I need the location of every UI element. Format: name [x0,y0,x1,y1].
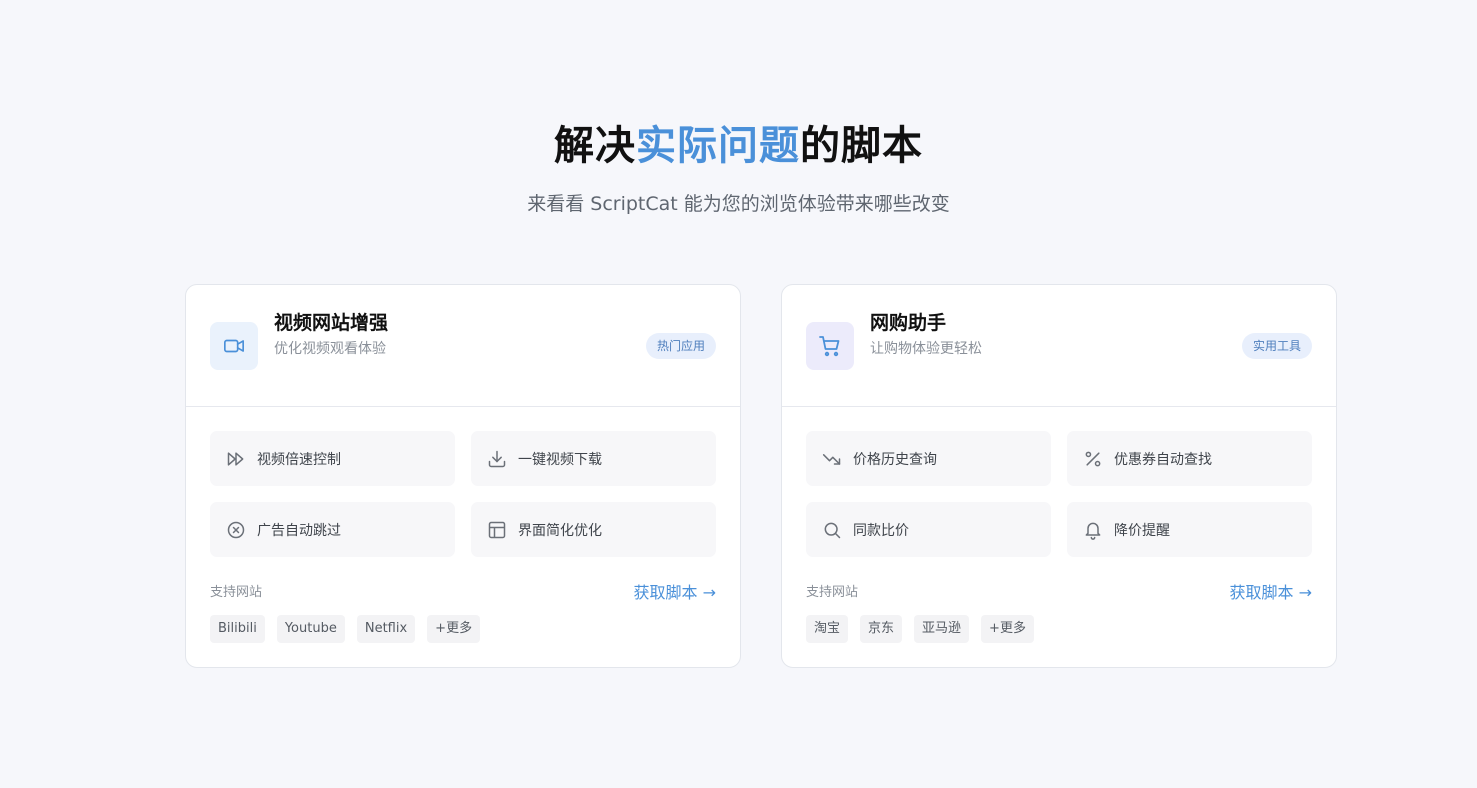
page: 解决实际问题的脚本 来看看 ScriptCat 能为您的浏览体验带来哪些改变 视… [0,0,1477,788]
card-header: 网购助手 让购物体验更轻松 实用工具 [782,285,1336,407]
feature-item-price-drop-alert[interactable]: 降价提醒 [1067,502,1312,557]
card-shopping-assistant: 网购助手 让购物体验更轻松 实用工具 价格历史查询 优惠券自动查找 同款比价 降… [781,284,1337,668]
card-video-enhance: 视频网站增强 优化视频观看体验 热门应用 视频倍速控制 一键视频下载 广告自动跳… [185,284,741,668]
site-tag-more: +更多 [981,615,1034,643]
feature-item-ad-skip[interactable]: 广告自动跳过 [210,502,455,557]
feature-label: 广告自动跳过 [257,522,341,539]
percent-icon [1083,449,1103,469]
feature-item-video-download[interactable]: 一键视频下载 [471,431,716,486]
card-description: 优化视频观看体验 [274,341,386,357]
category-badge: 热门应用 [645,333,716,359]
title-suffix: 的脚本 [800,123,923,169]
feature-item-coupon-finder[interactable]: 优惠券自动查找 [1067,431,1312,486]
site-tag: Bilibili [210,615,265,643]
get-script-link[interactable]: 获取脚本 → [634,582,717,604]
get-script-link[interactable]: 获取脚本 → [1230,582,1313,604]
title-prefix: 解决 [554,123,636,169]
feature-label: 界面简化优化 [518,522,602,539]
site-tags: Bilibili Youtube Netflix +更多 [210,615,481,643]
download-icon [487,449,507,469]
search-icon [822,520,842,540]
title-accent: 实际问题 [636,123,800,169]
layout-icon [487,520,507,540]
site-tag: 亚马逊 [914,615,970,643]
site-tag-more: +更多 [427,615,481,643]
feature-label: 优惠券自动查找 [1114,451,1212,468]
section-title: 解决实际问题的脚本 [0,122,1477,170]
feature-label: 价格历史查询 [853,451,937,468]
video-camera-icon [210,322,258,370]
feature-item-ui-simplify[interactable]: 界面简化优化 [471,502,716,557]
site-tag: 京东 [860,615,903,643]
support-sites-label: 支持网站 [210,585,263,600]
card-description: 让购物体验更轻松 [870,341,982,357]
feature-grid: 视频倍速控制 一键视频下载 广告自动跳过 界面简化优化 [210,431,716,557]
support-sites-label: 支持网站 [806,585,859,600]
feature-label: 一键视频下载 [518,451,602,468]
site-tags: 淘宝 京东 亚马逊 +更多 [806,615,1034,643]
feature-item-speed-control[interactable]: 视频倍速控制 [210,431,455,486]
fast-forward-icon [226,449,246,469]
site-tag: Netflix [356,615,416,643]
section-subtitle: 来看看 ScriptCat 能为您的浏览体验带来哪些改变 [527,193,950,215]
card-title: 网购助手 [870,312,947,334]
feature-label: 降价提醒 [1114,522,1170,539]
site-tag: Youtube [276,615,345,643]
card-header: 视频网站增强 优化视频观看体验 热门应用 [186,285,740,407]
category-badge: 实用工具 [1241,333,1312,359]
feature-grid: 价格历史查询 优惠券自动查找 同款比价 降价提醒 [806,431,1312,557]
bell-icon [1083,520,1103,540]
card-title: 视频网站增强 [274,312,389,334]
trending-down-icon [822,449,842,469]
feature-item-price-compare[interactable]: 同款比价 [806,502,1051,557]
shopping-cart-icon [806,322,854,370]
feature-label: 视频倍速控制 [257,451,341,468]
feature-item-price-history[interactable]: 价格历史查询 [806,431,1051,486]
close-circle-icon [226,520,246,540]
feature-label: 同款比价 [853,522,909,539]
site-tag: 淘宝 [806,615,849,643]
